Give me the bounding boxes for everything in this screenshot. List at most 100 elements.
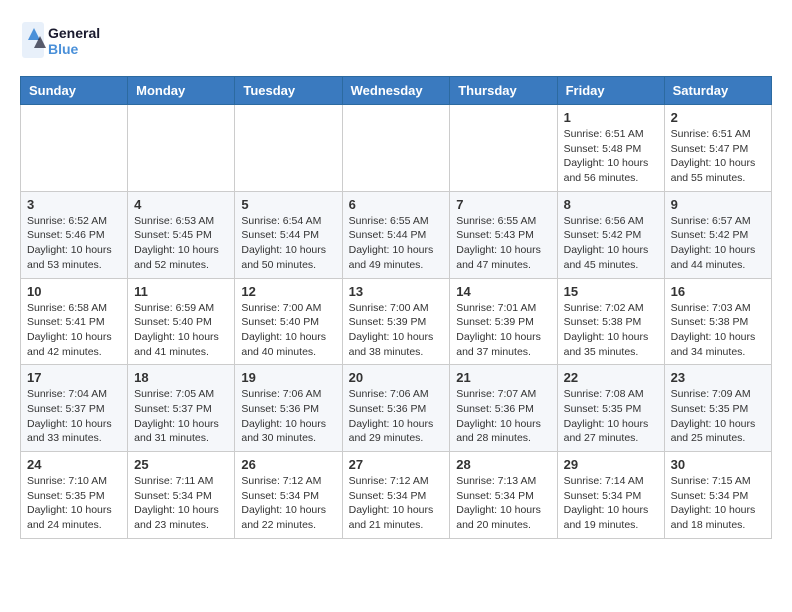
calendar-day-header: Tuesday	[235, 77, 342, 105]
calendar-header-row: SundayMondayTuesdayWednesdayThursdayFrid…	[21, 77, 772, 105]
calendar-cell: 18 Sunrise: 7:05 AMSunset: 5:37 PMDayligh…	[128, 365, 235, 452]
calendar-cell: 6 Sunrise: 6:55 AMSunset: 5:44 PMDaylight…	[342, 191, 450, 278]
day-info: Sunrise: 6:59 AMSunset: 5:40 PMDaylight:…	[134, 301, 228, 360]
day-info: Sunrise: 7:14 AMSunset: 5:34 PMDaylight:…	[564, 474, 658, 533]
day-number: 8	[564, 197, 658, 212]
calendar-week-row: 1 Sunrise: 6:51 AMSunset: 5:48 PMDaylight…	[21, 105, 772, 192]
day-number: 17	[27, 370, 121, 385]
day-number: 13	[349, 284, 444, 299]
calendar-cell: 27Sunrise: 7:12 AMSunset: 5:34 PMDayligh…	[342, 452, 450, 539]
day-number: 11	[134, 284, 228, 299]
day-info: Sunrise: 6:56 AMSunset: 5:42 PMDaylight:…	[564, 214, 658, 273]
day-number: 6	[349, 197, 444, 212]
calendar-cell: 24Sunrise: 7:10 AMSunset: 5:35 PMDayligh…	[21, 452, 128, 539]
day-info: Sunrise: 7:04 AMSunset: 5:37 PMDaylight:…	[27, 387, 121, 446]
calendar-cell	[235, 105, 342, 192]
day-number: 7	[456, 197, 550, 212]
day-info: Sunrise: 6:54 AMSunset: 5:44 PMDaylight:…	[241, 214, 335, 273]
calendar-week-row: 24Sunrise: 7:10 AMSunset: 5:35 PMDayligh…	[21, 452, 772, 539]
calendar-cell: 9Sunrise: 6:57 AMSunset: 5:42 PMDaylight…	[664, 191, 771, 278]
calendar-cell: 25 Sunrise: 7:11 AMSunset: 5:34 PMDayligh…	[128, 452, 235, 539]
calendar-cell: 28 Sunrise: 7:13 AMSunset: 5:34 PMDayligh…	[450, 452, 557, 539]
calendar-cell: 16 Sunrise: 7:03 AMSunset: 5:38 PMDayligh…	[664, 278, 771, 365]
day-number: 4	[134, 197, 228, 212]
calendar-week-row: 10 Sunrise: 6:58 AMSunset: 5:41 PMDayligh…	[21, 278, 772, 365]
calendar-cell: 11 Sunrise: 6:59 AMSunset: 5:40 PMDayligh…	[128, 278, 235, 365]
logo-svg: General Blue	[20, 20, 110, 60]
day-info: Sunrise: 7:11 AMSunset: 5:34 PMDaylight:…	[134, 474, 228, 533]
day-info: Sunrise: 7:09 AMSunset: 5:35 PMDaylight:…	[671, 387, 765, 446]
day-number: 15	[564, 284, 658, 299]
day-info: Sunrise: 7:06 AMSunset: 5:36 PMDaylight:…	[241, 387, 335, 446]
calendar-cell: 22 Sunrise: 7:08 AMSunset: 5:35 PMDayligh…	[557, 365, 664, 452]
calendar-week-row: 17 Sunrise: 7:04 AMSunset: 5:37 PMDayligh…	[21, 365, 772, 452]
calendar-cell: 4 Sunrise: 6:53 AMSunset: 5:45 PMDaylight…	[128, 191, 235, 278]
day-info: Sunrise: 6:51 AMSunset: 5:47 PMDaylight:…	[671, 127, 765, 186]
day-info: Sunrise: 7:02 AMSunset: 5:38 PMDaylight:…	[564, 301, 658, 360]
calendar-cell	[342, 105, 450, 192]
calendar-cell: 19 Sunrise: 7:06 AMSunset: 5:36 PMDayligh…	[235, 365, 342, 452]
day-info: Sunrise: 7:00 AMSunset: 5:39 PMDaylight:…	[349, 301, 444, 360]
calendar-cell: 7 Sunrise: 6:55 AMSunset: 5:43 PMDaylight…	[450, 191, 557, 278]
calendar-cell: 21 Sunrise: 7:07 AMSunset: 5:36 PMDayligh…	[450, 365, 557, 452]
calendar-cell: 29 Sunrise: 7:14 AMSunset: 5:34 PMDayligh…	[557, 452, 664, 539]
day-info: Sunrise: 6:55 AMSunset: 5:44 PMDaylight:…	[349, 214, 444, 273]
calendar-cell: 23 Sunrise: 7:09 AMSunset: 5:35 PMDayligh…	[664, 365, 771, 452]
day-info: Sunrise: 7:01 AMSunset: 5:39 PMDaylight:…	[456, 301, 550, 360]
calendar-day-header: Saturday	[664, 77, 771, 105]
day-info: Sunrise: 7:13 AMSunset: 5:34 PMDaylight:…	[456, 474, 550, 533]
day-number: 25	[134, 457, 228, 472]
day-number: 24	[27, 457, 121, 472]
day-info: Sunrise: 7:00 AMSunset: 5:40 PMDaylight:…	[241, 301, 335, 360]
calendar-week-row: 3Sunrise: 6:52 AMSunset: 5:46 PMDaylight…	[21, 191, 772, 278]
day-info: Sunrise: 7:12 AMSunset: 5:34 PMDaylight:…	[241, 474, 335, 533]
calendar-cell: 3Sunrise: 6:52 AMSunset: 5:46 PMDaylight…	[21, 191, 128, 278]
day-info: Sunrise: 6:52 AMSunset: 5:46 PMDaylight:…	[27, 214, 121, 273]
day-info: Sunrise: 6:58 AMSunset: 5:41 PMDaylight:…	[27, 301, 121, 360]
day-info: Sunrise: 6:57 AMSunset: 5:42 PMDaylight:…	[671, 214, 765, 273]
day-number: 14	[456, 284, 550, 299]
page-header: General Blue	[20, 20, 772, 60]
day-number: 12	[241, 284, 335, 299]
day-number: 23	[671, 370, 765, 385]
day-info: Sunrise: 7:08 AMSunset: 5:35 PMDaylight:…	[564, 387, 658, 446]
calendar-cell: 5 Sunrise: 6:54 AMSunset: 5:44 PMDaylight…	[235, 191, 342, 278]
day-number: 27	[349, 457, 444, 472]
calendar-cell: 15 Sunrise: 7:02 AMSunset: 5:38 PMDayligh…	[557, 278, 664, 365]
calendar-cell: 8 Sunrise: 6:56 AMSunset: 5:42 PMDaylight…	[557, 191, 664, 278]
calendar-day-header: Wednesday	[342, 77, 450, 105]
day-info: Sunrise: 6:53 AMSunset: 5:45 PMDaylight:…	[134, 214, 228, 273]
logo: General Blue	[20, 20, 110, 60]
day-number: 19	[241, 370, 335, 385]
day-info: Sunrise: 7:07 AMSunset: 5:36 PMDaylight:…	[456, 387, 550, 446]
day-number: 18	[134, 370, 228, 385]
day-number: 22	[564, 370, 658, 385]
calendar-day-header: Sunday	[21, 77, 128, 105]
day-info: Sunrise: 6:51 AMSunset: 5:48 PMDaylight:…	[564, 127, 658, 186]
day-info: Sunrise: 7:03 AMSunset: 5:38 PMDaylight:…	[671, 301, 765, 360]
calendar-cell: 12 Sunrise: 7:00 AMSunset: 5:40 PMDayligh…	[235, 278, 342, 365]
calendar-cell: 20Sunrise: 7:06 AMSunset: 5:36 PMDayligh…	[342, 365, 450, 452]
calendar-cell: 10 Sunrise: 6:58 AMSunset: 5:41 PMDayligh…	[21, 278, 128, 365]
day-number: 26	[241, 457, 335, 472]
day-number: 29	[564, 457, 658, 472]
day-info: Sunrise: 7:06 AMSunset: 5:36 PMDaylight:…	[349, 387, 444, 446]
day-number: 16	[671, 284, 765, 299]
calendar-cell: 17 Sunrise: 7:04 AMSunset: 5:37 PMDayligh…	[21, 365, 128, 452]
day-number: 21	[456, 370, 550, 385]
day-number: 2	[671, 110, 765, 125]
day-number: 28	[456, 457, 550, 472]
day-number: 10	[27, 284, 121, 299]
calendar-cell: 1 Sunrise: 6:51 AMSunset: 5:48 PMDaylight…	[557, 105, 664, 192]
calendar-cell: 30Sunrise: 7:15 AMSunset: 5:34 PMDayligh…	[664, 452, 771, 539]
svg-text:General: General	[48, 25, 100, 41]
day-number: 30	[671, 457, 765, 472]
day-number: 1	[564, 110, 658, 125]
calendar-cell	[128, 105, 235, 192]
calendar-day-header: Monday	[128, 77, 235, 105]
day-info: Sunrise: 7:05 AMSunset: 5:37 PMDaylight:…	[134, 387, 228, 446]
calendar-day-header: Thursday	[450, 77, 557, 105]
day-info: Sunrise: 6:55 AMSunset: 5:43 PMDaylight:…	[456, 214, 550, 273]
day-number: 5	[241, 197, 335, 212]
calendar-day-header: Friday	[557, 77, 664, 105]
